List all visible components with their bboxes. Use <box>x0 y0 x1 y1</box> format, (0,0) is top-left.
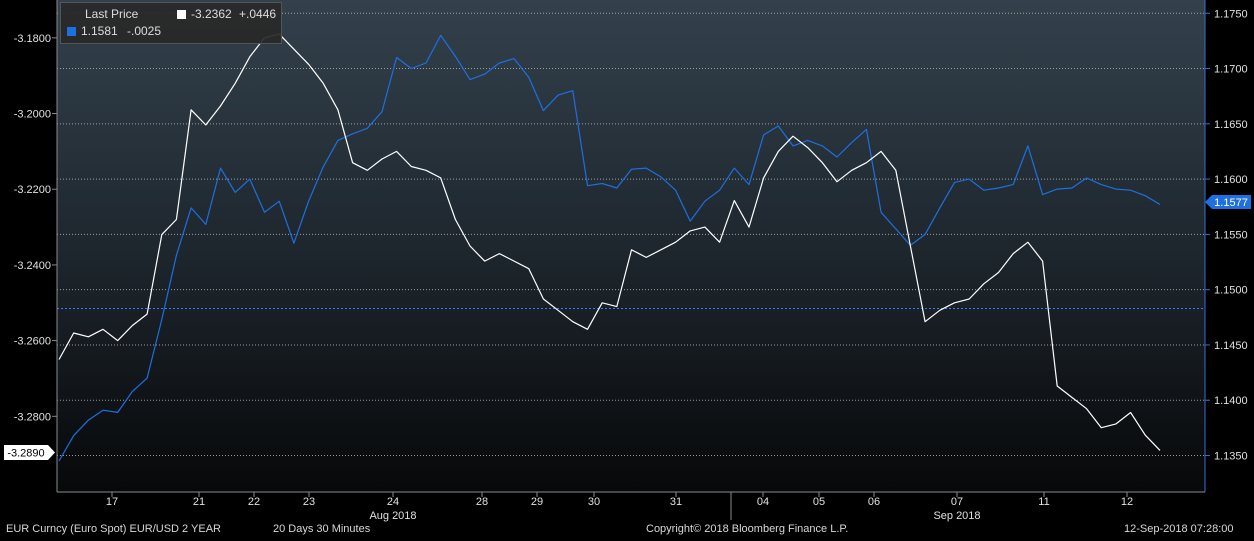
left-last-value: -3.2890 <box>7 448 44 460</box>
x-tick-label: 22 <box>248 496 260 508</box>
left-tick-label: -3.2000 <box>14 109 51 121</box>
x-tick-label: 05 <box>813 496 825 508</box>
right-tick-label: 1.1450 <box>1214 340 1248 352</box>
legend-swatch-blue <box>67 27 76 36</box>
x-tick-label: 12 <box>1121 496 1133 508</box>
x-tick-label: 29 <box>531 496 543 508</box>
legend-change-white: +.0446 <box>239 7 277 21</box>
x-tick-label: 07 <box>951 496 963 508</box>
legend-change-blue: -.0025 <box>127 24 162 38</box>
x-tick-label: 30 <box>588 496 600 508</box>
right-tick-label: 1.1400 <box>1214 395 1248 407</box>
x-tick-label: 31 <box>670 496 682 508</box>
x-tick-label: 11 <box>1038 496 1049 508</box>
left-tick-label: -3.2600 <box>14 336 51 348</box>
x-tick-label: 24 <box>387 496 399 508</box>
month-label: Sep 2018 <box>933 510 980 522</box>
legend-last-white: -3.2362 <box>191 7 232 21</box>
left-tick-label: -3.2200 <box>14 184 51 196</box>
left-tick-label: -3.1800 <box>14 33 51 45</box>
right-tick-label: 1.1350 <box>1214 451 1248 463</box>
right-tick-label: 1.1750 <box>1214 8 1248 20</box>
right-tick-label: 1.1650 <box>1214 119 1248 131</box>
legend-title: Last Price <box>85 7 139 21</box>
right-tick-label: 1.1500 <box>1214 285 1248 297</box>
left-tick-label: -3.2800 <box>14 411 51 423</box>
right-tick-label: 1.1600 <box>1214 174 1248 186</box>
x-tick-label: 28 <box>476 496 488 508</box>
left-tick-label: -3.2400 <box>14 260 51 272</box>
x-tick-label: 06 <box>868 496 880 508</box>
plot-area <box>57 0 1205 492</box>
right-tick-label: 1.1700 <box>1214 64 1248 76</box>
footer-ticker: EUR Curncy (Euro Spot) EUR/USD 2 YEAR <box>6 523 221 535</box>
legend-swatch-white <box>177 10 186 19</box>
x-tick-label: 04 <box>757 496 769 508</box>
footer-timestamp: 12-Sep-2018 07:28:00 <box>1124 523 1234 535</box>
month-label: Aug 2018 <box>369 510 416 522</box>
x-tick-label: 21 <box>193 496 205 508</box>
left-last-badge: -3.2890 <box>4 445 55 460</box>
x-tick-label: 23 <box>303 496 315 508</box>
price-chart: -3.1800 -3.2000 -3.2200 -3.2400 -3.2600 -3.28… <box>0 0 1254 541</box>
legend: Last Price -3.2362 +.0446 1.1581 -.0025 <box>60 2 282 44</box>
right-last-value: 1.1577 <box>1214 197 1248 209</box>
right-tick-label: 1.1550 <box>1214 229 1248 241</box>
right-last-badge: 1.1577 <box>1205 195 1251 209</box>
footer-copyright: Copyright© 2018 Bloomberg Finance L.P. <box>646 523 849 535</box>
x-tick-label: 17 <box>106 496 118 508</box>
legend-last-blue: 1.1581 <box>81 24 118 38</box>
footer-period: 20 Days 30 Minutes <box>273 523 371 535</box>
